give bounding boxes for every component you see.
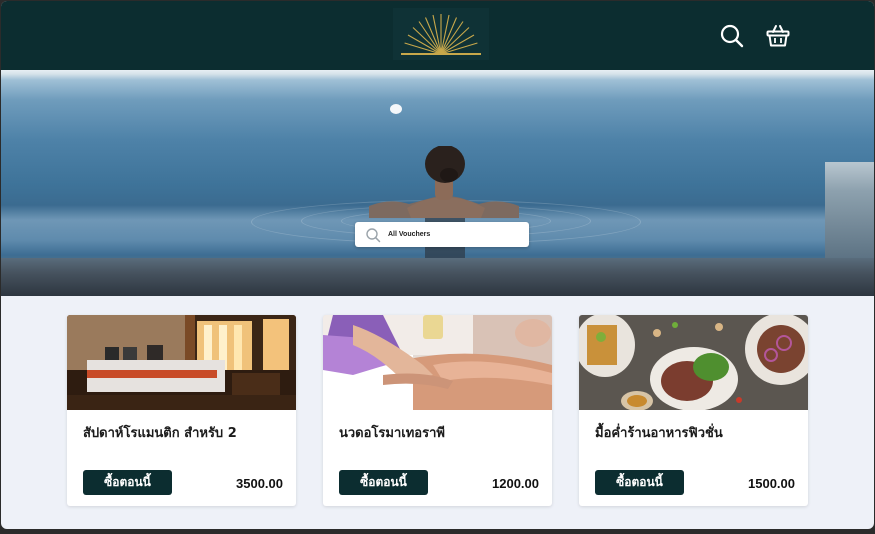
search-icon xyxy=(363,225,383,245)
pool-edge xyxy=(1,258,874,296)
hero-banner: All Vouchers xyxy=(1,70,874,296)
hotel-bedroom-image xyxy=(67,315,296,410)
buy-now-button[interactable]: ซื้อตอนนี้ xyxy=(83,470,172,495)
product-card[interactable]: สัปดาห์โรแมนติก สำหรับ 2 ซื้อตอนนี้ 3500… xyxy=(67,315,296,506)
app-window: All Vouchers สัปดาห์โรแมนติก สำหรับ 2 ซื… xyxy=(1,1,874,529)
product-card[interactable]: นวดอโรมาเทอราพี ซื้อตอนนี้ 1200.00 xyxy=(323,315,552,506)
voucher-search-label: All Vouchers xyxy=(388,231,431,238)
top-bar xyxy=(1,1,874,70)
pool-deck xyxy=(825,162,874,258)
basket-icon[interactable] xyxy=(763,21,793,51)
boat xyxy=(390,104,402,114)
product-card[interactable]: มื้อค่ำร้านอาหารฟิวชั่น ซื้อตอนนี้ 1500.… xyxy=(579,315,808,506)
fusion-dinner-image xyxy=(579,315,808,410)
product-title: สัปดาห์โรแมนติก สำหรับ 2 xyxy=(83,426,237,441)
product-price: 1500.00 xyxy=(748,476,795,491)
product-price: 3500.00 xyxy=(236,476,283,491)
search-icon[interactable] xyxy=(717,21,747,51)
product-title: มื้อค่ำร้านอาหารฟิวชั่น xyxy=(595,426,723,441)
product-price: 1200.00 xyxy=(492,476,539,491)
sunburst-logo[interactable] xyxy=(393,8,489,60)
product-grid: สัปดาห์โรแมนติก สำหรับ 2 ซื้อตอนนี้ 3500… xyxy=(1,296,874,529)
buy-now-button[interactable]: ซื้อตอนนี้ xyxy=(595,470,684,495)
aromatherapy-massage-image xyxy=(323,315,552,410)
product-title: นวดอโรมาเทอราพี xyxy=(339,426,445,441)
buy-now-button[interactable]: ซื้อตอนนี้ xyxy=(339,470,428,495)
voucher-search[interactable]: All Vouchers xyxy=(355,222,529,247)
